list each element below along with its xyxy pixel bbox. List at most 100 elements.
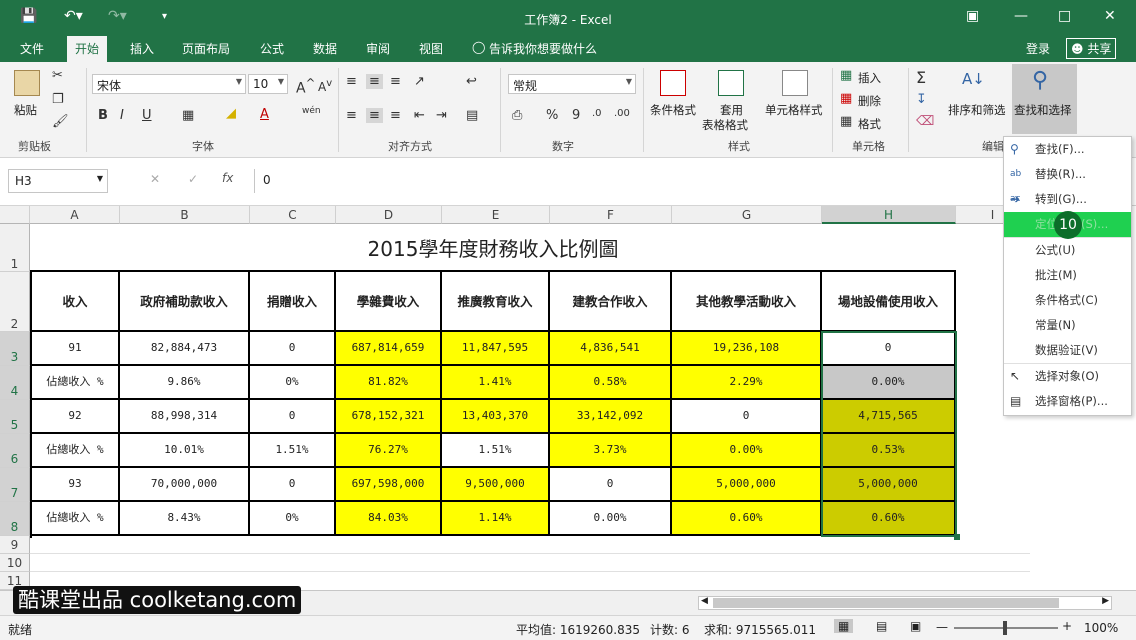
insert-function-button[interactable]: fx	[222, 171, 233, 185]
clear-icon[interactable]: ⌫	[916, 114, 934, 129]
table-cell[interactable]: 88,998,314	[120, 400, 250, 434]
header-cell[interactable]: 捐贈收入	[250, 272, 336, 332]
table-cell[interactable]: 81.82%	[336, 366, 442, 400]
header-cell[interactable]: 建教合作收入	[550, 272, 672, 332]
table-cell[interactable]: 0%	[250, 366, 336, 400]
table-cell[interactable]: 10.01%	[120, 434, 250, 468]
middle-align-icon[interactable]: ≡	[366, 74, 383, 89]
tab-file[interactable]: 文件	[20, 40, 44, 57]
table-cell[interactable]: 1.41%	[442, 366, 550, 400]
font-name-combo[interactable]: 宋体 ▼	[92, 74, 246, 94]
menu-item-selection-pane[interactable]: ▤ 选择窗格(P)...	[1004, 389, 1131, 414]
page-layout-view-icon[interactable]: ▤	[876, 619, 887, 633]
row-header[interactable]: 3	[0, 332, 30, 366]
sign-in-link[interactable]: 登录	[1026, 40, 1050, 57]
row-header[interactable]: 5	[0, 400, 30, 434]
horizontal-scrollbar[interactable]: ◀ ▶	[698, 596, 1112, 610]
autosum-icon[interactable]: Σ	[916, 68, 926, 87]
row-header[interactable]: 6	[0, 434, 30, 468]
header-cell[interactable]: 場地設備使用收入	[822, 272, 956, 332]
borders-icon[interactable]: ▦	[182, 108, 194, 123]
delete-cells-button[interactable]: 删除	[858, 93, 881, 109]
scroll-thumb[interactable]	[713, 598, 1059, 608]
sort-filter-button[interactable]: 排序和筛选	[948, 102, 1006, 118]
bold-button[interactable]: B	[98, 108, 108, 123]
table-cell[interactable]: 5,000,000	[672, 468, 822, 502]
format-table-button-line1[interactable]: 套用	[720, 102, 743, 118]
menu-item-formulas[interactable]: 公式(U)	[1004, 238, 1131, 263]
table-cell[interactable]: 92	[32, 400, 120, 434]
tab-review[interactable]: 审阅	[366, 40, 390, 57]
minimize-icon[interactable]: —	[1014, 8, 1028, 24]
table-cell[interactable]: 84.03%	[336, 502, 442, 536]
menu-item-goto[interactable]: ➔ 转到(G)...	[1004, 187, 1131, 212]
wrap-text-icon[interactable]: ↩	[466, 74, 477, 89]
conditional-format-button[interactable]: 条件格式	[650, 102, 696, 118]
decrease-indent-icon[interactable]: ⇤	[414, 108, 425, 123]
table-cell[interactable]: 4,836,541	[550, 332, 672, 366]
font-size-combo[interactable]: 10 ▼	[248, 74, 288, 94]
find-select-button[interactable]: ⚲ 查找和选择	[1012, 64, 1077, 134]
table-cell[interactable]: 1.51%	[442, 434, 550, 468]
increase-decimal-icon[interactable]: .0	[592, 108, 602, 119]
share-button[interactable]: ☻ 共享	[1066, 38, 1117, 59]
menu-item-conditional-formatting[interactable]: 条件格式(C)	[1004, 288, 1131, 313]
conditional-format-icon[interactable]	[660, 70, 686, 96]
table-cell[interactable]: 0.58%	[550, 366, 672, 400]
column-header[interactable]: D	[336, 206, 442, 224]
formula-input[interactable]: 0	[254, 169, 1002, 193]
increase-indent-icon[interactable]: ⇥	[436, 108, 447, 123]
table-cell[interactable]: 33,142,092	[550, 400, 672, 434]
align-center-icon[interactable]: ≡	[366, 108, 383, 123]
tell-me-box[interactable]: 告诉我你想要做什么	[489, 40, 597, 57]
select-all-corner[interactable]	[0, 206, 30, 224]
table-cell[interactable]: 佔總收入 %	[32, 434, 120, 468]
merge-center-icon[interactable]: ▤	[466, 108, 478, 123]
delete-cells-icon[interactable]: ▦	[840, 91, 852, 106]
scroll-left-icon[interactable]: ◀	[701, 596, 708, 606]
table-cell[interactable]: 5,000,000	[822, 468, 956, 502]
table-cell[interactable]: 0	[822, 332, 956, 366]
orientation-icon[interactable]: ↗	[414, 74, 425, 89]
column-header[interactable]: B	[120, 206, 250, 224]
menu-item-constants[interactable]: 常量(N)	[1004, 313, 1131, 338]
tab-insert[interactable]: 插入	[130, 40, 154, 57]
table-cell[interactable]: 687,814,659	[336, 332, 442, 366]
cell-styles-icon[interactable]	[782, 70, 808, 96]
normal-view-icon[interactable]: ▦	[834, 619, 854, 633]
row-header[interactable]: 2	[0, 272, 30, 332]
sheet-title[interactable]: 2015學年度財務收入比例圖	[30, 224, 956, 272]
percent-button[interactable]: %	[546, 108, 558, 123]
tab-formulas[interactable]: 公式	[260, 40, 284, 57]
comma-button[interactable]: 9	[572, 108, 580, 123]
italic-button[interactable]: I	[120, 108, 124, 123]
tab-view[interactable]: 视图	[419, 40, 443, 57]
table-cell[interactable]: 82,884,473	[120, 332, 250, 366]
table-cell[interactable]: 76.27%	[336, 434, 442, 468]
menu-item-data-validation[interactable]: 数据验证(V)	[1004, 338, 1131, 363]
zoom-slider-thumb[interactable]	[1003, 621, 1007, 635]
paste-button[interactable]: 粘贴	[14, 102, 37, 118]
decrease-font-icon[interactable]: Av	[318, 78, 332, 94]
tell-me-icon[interactable]: ◯	[472, 40, 485, 54]
header-cell[interactable]: 其他教學活動收入	[672, 272, 822, 332]
worksheet-grid[interactable]: A B C D E F G H I 1 2 3 4 5 6 7 8 9 10 1…	[0, 206, 1136, 590]
sort-filter-icon[interactable]: A↓	[962, 70, 985, 88]
row-header[interactable]: 4	[0, 366, 30, 400]
paste-icon[interactable]	[14, 70, 40, 96]
currency-icon[interactable]: ⎙	[512, 108, 522, 123]
format-painter-icon[interactable]: 🖌	[52, 114, 69, 129]
table-cell[interactable]: 3.73%	[550, 434, 672, 468]
table-cell[interactable]: 4,715,565	[822, 400, 956, 434]
column-header[interactable]: E	[442, 206, 550, 224]
format-cells-icon[interactable]: ▦	[840, 114, 852, 129]
format-cells-button[interactable]: 格式	[858, 116, 881, 132]
scroll-right-icon[interactable]: ▶	[1102, 596, 1109, 606]
table-cell[interactable]: 佔總收入 %	[32, 366, 120, 400]
number-format-combo[interactable]: 常规 ▼	[508, 74, 636, 94]
table-cell[interactable]: 11,847,595	[442, 332, 550, 366]
fill-handle[interactable]	[954, 534, 960, 540]
table-cell[interactable]: 93	[32, 468, 120, 502]
table-cell[interactable]: 9,500,000	[442, 468, 550, 502]
decrease-decimal-icon[interactable]: .00	[614, 108, 630, 119]
